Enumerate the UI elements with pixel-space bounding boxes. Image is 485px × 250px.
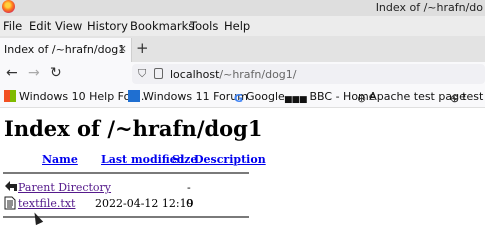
- windows11-icon: [128, 90, 140, 102]
- bookmark-label: test p: [462, 90, 485, 103]
- url-path: /~hrafn/dog1/: [219, 68, 297, 81]
- bbc-icon: ■■■: [284, 95, 307, 105]
- text-file-icon: [4, 196, 16, 210]
- menu-tools[interactable]: Tools: [190, 19, 218, 33]
- bookmark-label: Google: [246, 90, 285, 103]
- tab-bar: Index of /~hrafn/dog1 × +: [0, 36, 485, 62]
- page-info-icon[interactable]: [154, 68, 163, 79]
- menu-history[interactable]: History: [87, 19, 128, 33]
- column-header-name[interactable]: Name: [42, 153, 78, 166]
- menu-bar: File Edit View History Bookmarks Tools H…: [0, 16, 485, 36]
- bookmarks-toolbar: Windows 10 Help For... Windows 11 Forum …: [0, 86, 485, 108]
- page-title: Index of /~hrafn/dog1: [4, 116, 263, 141]
- url-host: localhost: [170, 68, 220, 81]
- column-header-description[interactable]: Description: [194, 153, 266, 166]
- row-modified: 2022-04-12 12:19: [95, 197, 194, 210]
- tab-title: Index of /~hrafn/dog1: [4, 43, 126, 56]
- navigation-bar: ← → ↻ ⛉ localhost/~hrafn/dog1/: [0, 62, 485, 86]
- forward-button[interactable]: →: [28, 65, 40, 81]
- divider: [3, 172, 249, 174]
- bookmark-google[interactable]: G Google: [234, 90, 285, 105]
- bookmark-label: Windows 10 Help For...: [19, 90, 145, 103]
- row-size: -: [187, 181, 191, 194]
- windows-icon: [4, 90, 16, 102]
- url-bar[interactable]: ⛉ localhost/~hrafn/dog1/: [132, 64, 485, 84]
- menu-bookmarks[interactable]: Bookmarks: [130, 19, 194, 33]
- reload-button[interactable]: ↻: [50, 65, 62, 81]
- back-button[interactable]: ←: [6, 65, 18, 81]
- menu-file[interactable]: File: [3, 19, 22, 33]
- bookmark-windows11[interactable]: Windows 11 Forum: [128, 90, 248, 103]
- menu-help[interactable]: Help: [224, 19, 250, 33]
- new-tab-button[interactable]: +: [136, 39, 149, 57]
- title-bar: Index of /~hrafn/do: [0, 0, 485, 16]
- file-link[interactable]: textfile.txt: [18, 197, 75, 210]
- parent-directory-link[interactable]: Parent Directory: [18, 181, 111, 194]
- menu-edit[interactable]: Edit: [29, 19, 51, 33]
- close-tab-icon[interactable]: ×: [118, 42, 127, 55]
- tab-active[interactable]: Index of /~hrafn/dog1 ×: [0, 38, 132, 62]
- globe-icon: ⊕: [357, 92, 367, 105]
- window-title: Index of /~hrafn/do: [375, 1, 483, 14]
- row-size: 0: [186, 197, 193, 210]
- google-icon: G: [234, 92, 244, 105]
- bookmark-test[interactable]: ⊕test p: [450, 90, 485, 105]
- menu-view[interactable]: View: [55, 19, 82, 33]
- globe-icon: ⊕: [450, 92, 460, 105]
- bookmark-windows10[interactable]: Windows 10 Help For...: [4, 90, 144, 103]
- url-text[interactable]: localhost/~hrafn/dog1/: [170, 68, 297, 81]
- firefox-icon: [2, 0, 15, 13]
- mouse-pointer-icon: [30, 210, 44, 226]
- bookmark-label: Windows 11 Forum: [143, 90, 248, 103]
- page-content: Index of /~hrafn/dog1 Name Last modified…: [0, 108, 485, 250]
- shield-icon[interactable]: ⛉: [138, 67, 146, 81]
- back-arrow-icon: [5, 181, 17, 191]
